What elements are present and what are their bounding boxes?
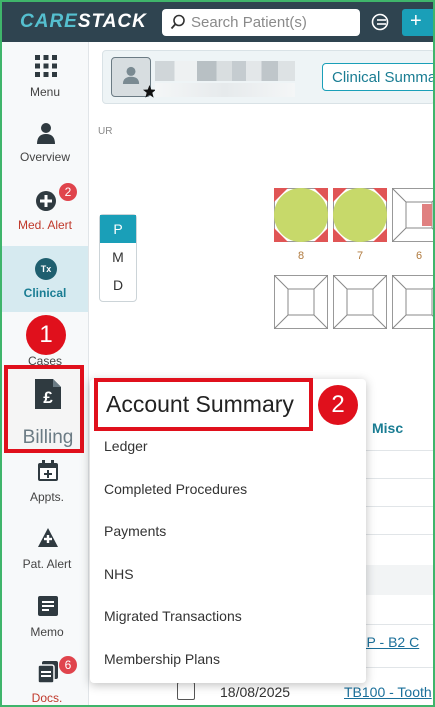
sidebar-item-label: Overview <box>19 150 70 164</box>
billing-icon: £ <box>35 379 61 409</box>
sidebar-item-menu[interactable]: Menu <box>2 42 88 108</box>
tooth-7[interactable] <box>333 188 387 242</box>
tooth-diagram <box>333 275 387 329</box>
grid-icon <box>35 55 57 77</box>
med-alert-badge: 2 <box>59 183 77 201</box>
tooth-8[interactable] <box>274 188 328 242</box>
menu-item-nhs[interactable]: NHS <box>104 566 134 582</box>
person-icon <box>122 66 140 84</box>
sidebar-item-clinical[interactable]: Tx Clinical <box>2 246 88 312</box>
sidebar-item-billing[interactable]: £ Billing <box>4 365 84 453</box>
tooth-number: 6 <box>416 250 423 262</box>
mode-present-button[interactable]: P <box>100 215 136 243</box>
sidebar-item-med-alert[interactable]: 2 Med. Alert <box>2 178 88 244</box>
sidebar-item-label: Clinical <box>23 286 67 300</box>
misc-column-header[interactable]: Misc <box>372 420 403 436</box>
sidebar-item-label: Billing <box>22 427 74 448</box>
menu-item-migrated-transactions[interactable]: Migrated Transactions <box>104 608 242 624</box>
sidebar-item-label: Appts. <box>29 490 65 504</box>
menu-item-ledger[interactable]: Ledger <box>104 438 148 454</box>
person-icon <box>37 123 55 144</box>
patient-name-redacted <box>155 61 295 81</box>
patient-search-input[interactable]: Search Patient(s) <box>162 9 360 36</box>
sidebar-item-memo[interactable]: Memo <box>4 590 90 656</box>
tooth-diagram <box>392 188 433 242</box>
patient-avatar[interactable] <box>111 57 156 98</box>
tx-icon: Tx <box>35 258 57 280</box>
patient-details-redacted <box>155 83 295 97</box>
sidebar-item-appointments[interactable]: Appts. <box>4 454 90 520</box>
menu-item-account-summary[interactable]: Account Summary <box>94 378 313 431</box>
mode-missing-button[interactable]: M <box>100 243 136 271</box>
step-1-marker: 1 <box>26 315 66 355</box>
tooth-lower[interactable] <box>392 275 433 329</box>
sidebar-item-patient-alert[interactable]: Pat. Alert <box>4 522 90 588</box>
sidebar-item-overview[interactable]: Overview <box>2 110 88 176</box>
step-2-marker: 2 <box>318 385 358 425</box>
table-row-link[interactable]: TB100 - Tooth <box>344 684 432 700</box>
sidebar-item-label: Docs. <box>31 691 63 705</box>
sidebar-item-label: Med. Alert <box>17 218 73 232</box>
top-bar: CARESTACK Search Patient(s) + <box>2 2 433 42</box>
row-checkbox[interactable] <box>177 682 195 700</box>
tooth-lower[interactable] <box>274 275 328 329</box>
menu-item-membership-plans[interactable]: Membership Plans <box>104 651 220 667</box>
sidebar-item-label: Pat. Alert <box>22 557 72 571</box>
svg-text:£: £ <box>43 388 53 407</box>
quadrant-label: UR <box>98 126 113 137</box>
app-logo[interactable]: CARESTACK <box>20 11 147 33</box>
tooth-diagram <box>274 275 328 329</box>
tooth-diagram <box>333 188 387 242</box>
mode-deciduous-button[interactable]: D <box>100 271 136 299</box>
tooth-number: 7 <box>357 250 364 262</box>
tooth-diagram <box>392 275 433 329</box>
sidebar-item-docs[interactable]: 6 Docs. <box>4 656 90 705</box>
add-button[interactable]: + <box>402 9 433 36</box>
clinical-summary-button[interactable]: Clinical Summa <box>322 63 433 91</box>
memo-icon <box>38 596 58 616</box>
plus-circle-icon <box>36 191 56 211</box>
tooth-6[interactable] <box>392 188 433 242</box>
tooth-diagram <box>274 188 328 242</box>
menu-item-label: Account Summary <box>106 391 294 417</box>
sidebar-item-label: Memo <box>30 625 64 639</box>
table-row-date: 18/08/2025 <box>220 684 291 700</box>
warning-icon <box>38 528 58 547</box>
chart-mode-selector: P M D <box>99 214 137 302</box>
docs-icon <box>37 661 58 683</box>
sidebar-item-label: Menu <box>29 85 61 99</box>
search-placeholder: Search Patient(s) <box>191 14 307 31</box>
menu-item-payments[interactable]: Payments <box>104 523 166 539</box>
tooth-number: 8 <box>298 250 305 262</box>
calendar-plus-icon <box>38 460 58 481</box>
quick-actions-icon[interactable] <box>371 13 389 31</box>
app-frame: CARESTACK Search Patient(s) + Menu Overv… <box>0 0 435 707</box>
search-icon <box>170 14 185 30</box>
tooth-lower[interactable] <box>333 275 387 329</box>
menu-item-completed-procedures[interactable]: Completed Procedures <box>104 481 247 497</box>
docs-badge: 6 <box>59 656 77 674</box>
